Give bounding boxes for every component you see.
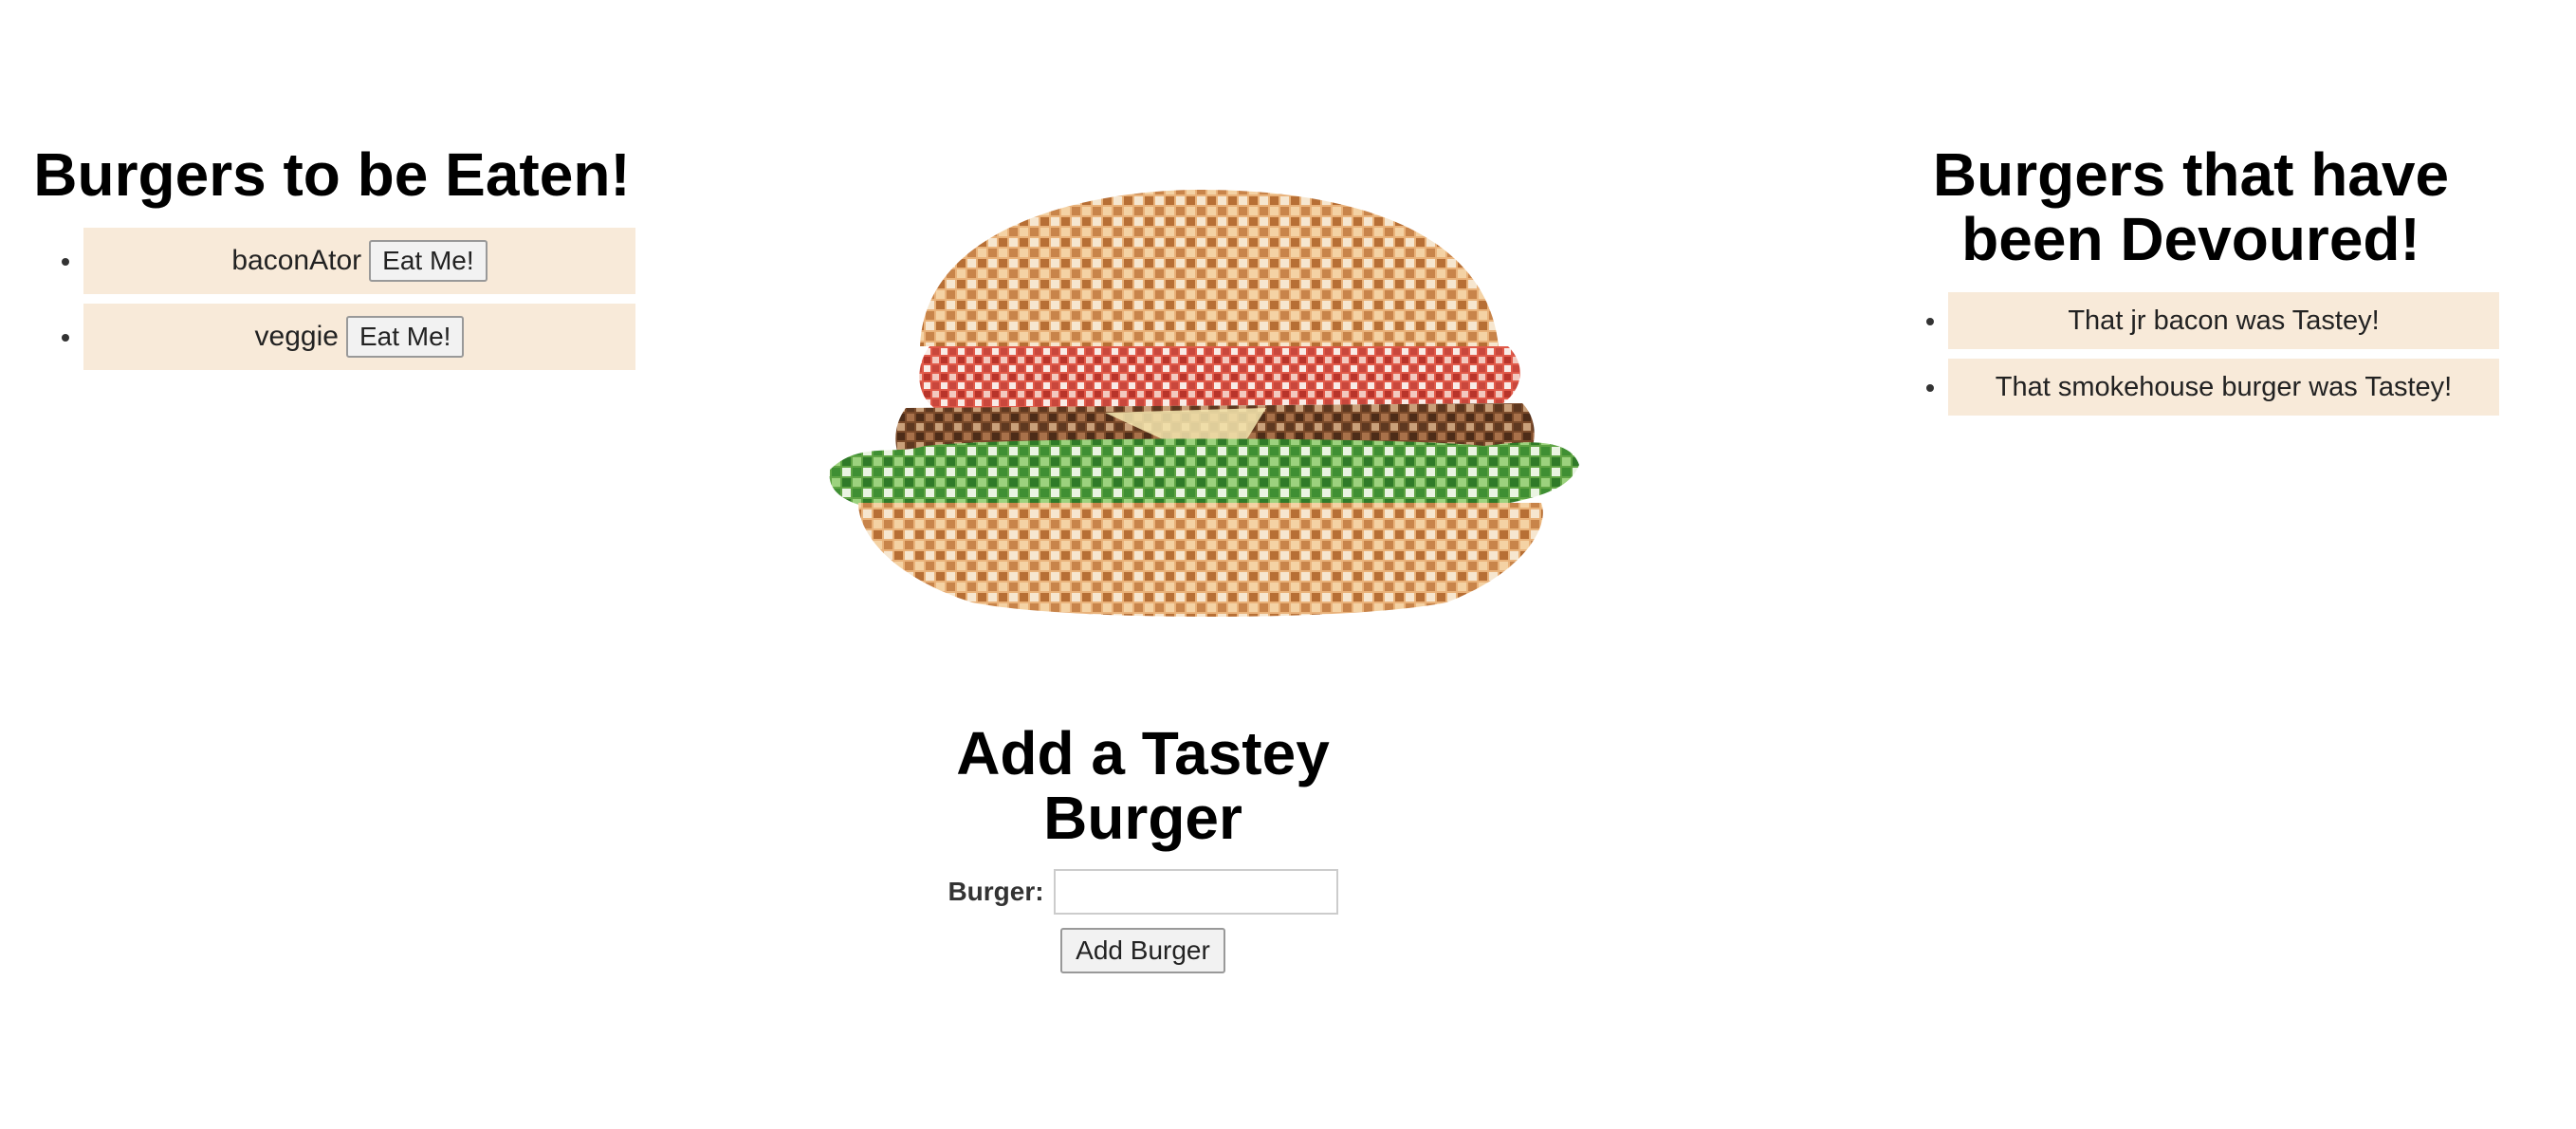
list-item: That jr bacon was Tastey! bbox=[1948, 292, 2523, 349]
devoured-list: That jr bacon was Tastey! That smokehous… bbox=[1859, 292, 2523, 416]
devoured-heading: Burgers that have been Devoured! bbox=[1932, 140, 2450, 273]
burger-mosaic-image bbox=[820, 185, 1579, 621]
list-item: baconAtor Eat Me! bbox=[83, 228, 645, 294]
submit-row: Add Burger bbox=[854, 928, 1432, 973]
devoured-section: Burgers that have been Devoured! That jr… bbox=[1859, 142, 2523, 425]
list-item: That smokehouse burger was Tastey! bbox=[1948, 359, 2523, 416]
uneaten-list: baconAtor Eat Me! veggie Eat Me! bbox=[19, 228, 645, 370]
add-burger-heading: Add a Tastey Burger bbox=[956, 719, 1330, 852]
burger-image-icon bbox=[829, 190, 1579, 617]
eat-me-button[interactable]: Eat Me! bbox=[369, 240, 488, 282]
burger-name-input[interactable] bbox=[1053, 869, 1338, 915]
burger-name: veggie bbox=[254, 321, 339, 352]
burger-input-row: Burger: bbox=[854, 869, 1432, 915]
burger-item-devoured: That jr bacon was Tastey! bbox=[1948, 292, 2499, 349]
eat-me-button[interactable]: Eat Me! bbox=[345, 316, 465, 358]
burger-item-devoured: That smokehouse burger was Tastey! bbox=[1948, 359, 2499, 416]
add-burger-button[interactable]: Add Burger bbox=[1060, 928, 1225, 973]
list-item: veggie Eat Me! bbox=[83, 304, 645, 370]
uneaten-heading: Burgers to be Eaten! bbox=[33, 140, 631, 209]
burger-name: baconAtor bbox=[231, 245, 362, 276]
uneaten-section: Burgers to be Eaten! baconAtor Eat Me! v… bbox=[19, 142, 645, 379]
burger-item-uneaten: veggie Eat Me! bbox=[83, 304, 635, 370]
burger-input-label: Burger: bbox=[948, 877, 1044, 906]
burger-item-uneaten: baconAtor Eat Me! bbox=[83, 228, 635, 294]
add-burger-form: Add a Tastey Burger Burger: Add Burger bbox=[854, 721, 1432, 973]
